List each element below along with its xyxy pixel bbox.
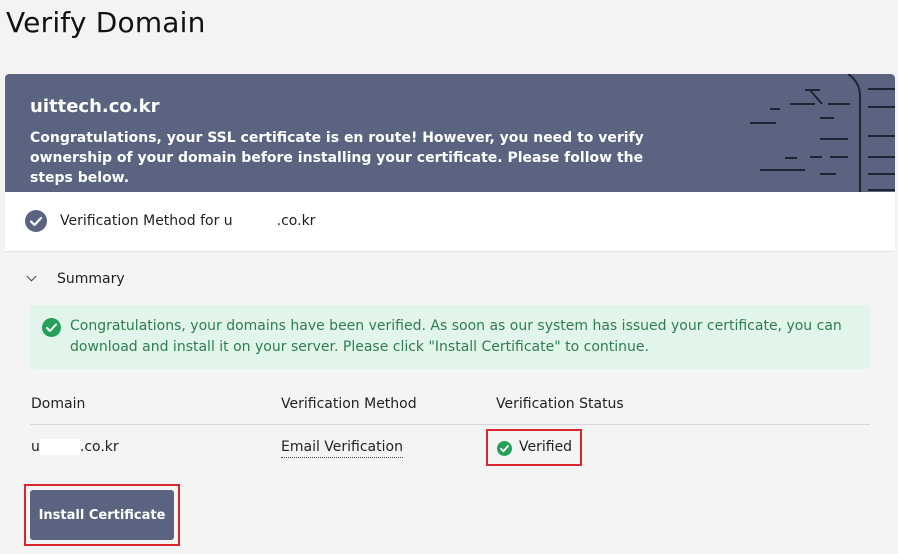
chevron-down-icon [26, 271, 37, 282]
summary-toggle[interactable]: Summary [26, 271, 125, 287]
table-cell-domain: u .co.kr [31, 439, 119, 455]
status-highlight: Verified [486, 429, 582, 466]
verify-card: uittech.co.kr Congratulations, your SSL … [5, 74, 895, 554]
verification-method-row: Verification Method for u .co.kr [5, 192, 895, 252]
status-verified: Verified [519, 439, 573, 455]
banner: uittech.co.kr Congratulations, your SSL … [5, 74, 895, 192]
table-cell-method: Email Verification [281, 439, 403, 458]
check-circle-icon [42, 318, 61, 337]
banner-message: Congratulations, your SSL certificate is… [30, 130, 644, 186]
redacted-text [232, 213, 277, 229]
banner-domain: uittech.co.kr [30, 96, 160, 117]
install-button-highlight: Install Certificate [24, 484, 180, 546]
column-header-domain: Domain [31, 396, 86, 412]
redacted-text [39, 439, 80, 455]
check-circle-icon [497, 441, 512, 456]
verification-method-label: Verification Method for u .co.kr [60, 213, 316, 229]
check-circle-icon [25, 210, 47, 232]
email-verification-link[interactable]: Email Verification [281, 439, 403, 458]
alert-text: Congratulations, your domains have been … [70, 318, 842, 355]
page-title: Verify Domain [6, 6, 206, 39]
success-alert: Congratulations, your domains have been … [30, 305, 870, 369]
table-divider [30, 424, 870, 425]
column-header-status: Verification Status [496, 396, 624, 412]
decorative-lines-icon [750, 74, 895, 192]
column-header-method: Verification Method [281, 396, 417, 412]
summary-label: Summary [57, 271, 125, 287]
install-certificate-button[interactable]: Install Certificate [30, 490, 174, 540]
